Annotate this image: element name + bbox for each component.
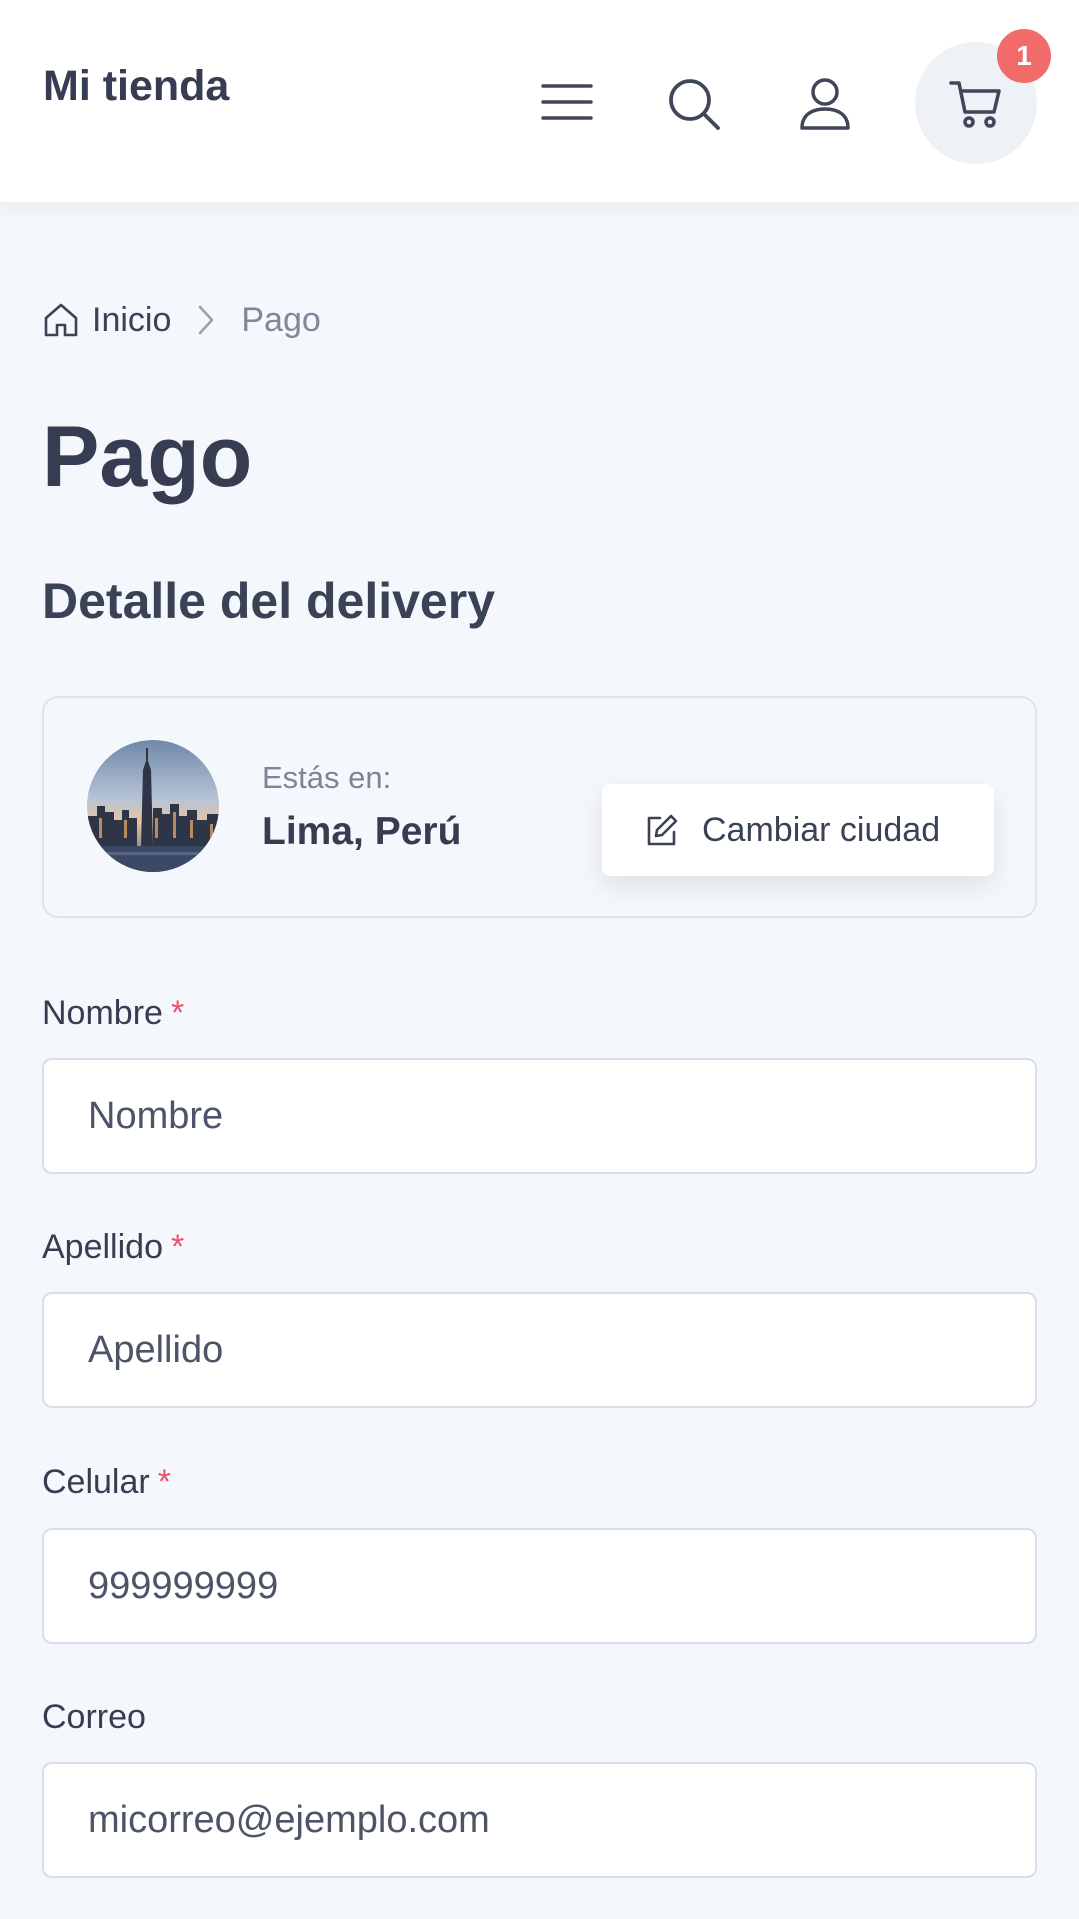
page-title: Pago: [42, 409, 253, 505]
required-mark: *: [170, 1228, 185, 1266]
chevron-right-icon: [193, 303, 219, 337]
nombre-label: Nombre *: [42, 994, 185, 1032]
celular-input[interactable]: [42, 1528, 1037, 1644]
hamburger-menu-icon[interactable]: [537, 72, 597, 132]
change-city-button[interactable]: Cambiar ciudad: [602, 784, 994, 876]
city-name: Lima, Perú: [262, 810, 462, 853]
correo-input[interactable]: [42, 1762, 1037, 1878]
section-title: Detalle del delivery: [42, 573, 496, 629]
correo-label: Correo: [42, 1698, 146, 1736]
required-mark: *: [157, 1463, 171, 1501]
delivery-city-card: Estás en: Lima, Perú Cambiar ciudad: [42, 696, 1037, 918]
store-logo[interactable]: Mi tienda: [43, 62, 229, 111]
celular-label: Celular *: [42, 1463, 171, 1501]
breadcrumb-current: Pago: [241, 300, 321, 339]
apellido-label: Apellido *: [42, 1228, 185, 1266]
change-city-label: Cambiar ciudad: [702, 810, 941, 849]
top-header: Mi tienda 1: [0, 0, 1079, 202]
city-caption: Estás en:: [262, 760, 392, 795]
cart-count-badge: 1: [997, 29, 1051, 83]
apellido-input[interactable]: [42, 1292, 1037, 1408]
city-skyline-photo: [87, 740, 219, 872]
breadcrumb: Inicio Pago: [42, 296, 321, 344]
home-icon: [44, 303, 78, 337]
nombre-input[interactable]: [42, 1058, 1037, 1174]
breadcrumb-home-label: Inicio: [92, 300, 172, 339]
search-icon[interactable]: [664, 74, 724, 134]
user-icon[interactable]: [795, 74, 855, 134]
edit-icon: [647, 814, 678, 846]
breadcrumb-home-link[interactable]: Inicio: [42, 301, 171, 340]
shopping-cart-icon: [949, 81, 1001, 128]
required-mark: *: [170, 994, 185, 1032]
